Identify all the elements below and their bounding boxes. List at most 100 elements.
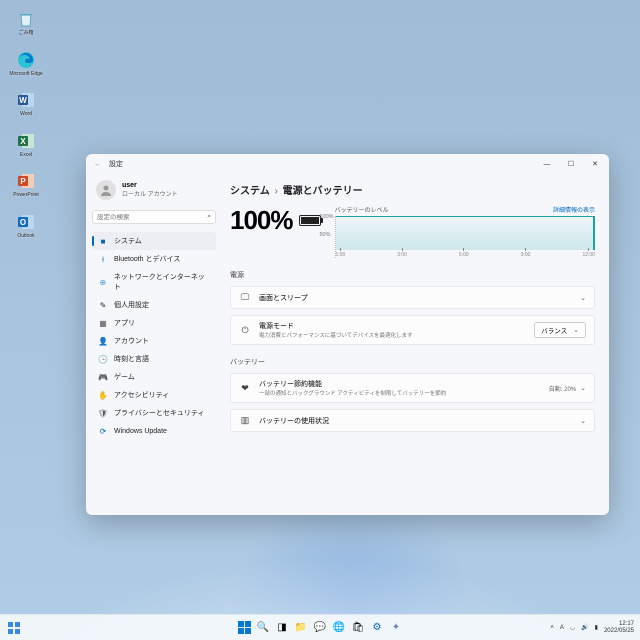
search-icon: ⌕	[207, 213, 211, 221]
maximize-button[interactable]: ☐	[559, 154, 583, 174]
powerpoint-icon: P	[15, 170, 37, 192]
search-button[interactable]: 🔍	[255, 620, 271, 636]
sidebar-item-0[interactable]: ■ システム	[92, 232, 216, 250]
nav-icon: 👤	[98, 336, 108, 346]
svg-text:X: X	[20, 137, 26, 146]
nav-label: アカウント	[114, 336, 149, 346]
sound-icon[interactable]: 🔊	[581, 624, 588, 631]
nav-list: ■ システム ᚼ Bluetooth とデバイス ⊕ ネットワークとインターネット ✎個人用…	[92, 232, 216, 440]
nav-icon: 🛡	[98, 408, 108, 418]
nav-icon: ✋	[98, 390, 108, 400]
wifi-icon[interactable]: ◡	[570, 624, 575, 631]
desktop-icon-edge[interactable]: Microsoft Edge	[6, 49, 46, 78]
user-name: user	[122, 182, 178, 189]
battery-full-icon	[299, 215, 321, 226]
card-power-mode[interactable]: ⏻ 電源モード 電力消費とパフォーマンスに基づいてデバイスを最適化します バラン…	[230, 315, 595, 345]
section-power: 電源	[230, 270, 595, 280]
taskbar: 🔍 ◨ 📁 💬 🌐 🛍 ⚙ ✦ ˄ A ◡ 🔊 ▮ 12:17 2022/05/…	[0, 614, 640, 640]
start-button[interactable]	[236, 620, 252, 636]
sidebar-item-5[interactable]: 👤 アカウント	[92, 332, 216, 350]
svg-text:W: W	[19, 96, 27, 105]
nav-icon: 🕒	[98, 354, 108, 364]
back-icon[interactable]: ←	[94, 161, 101, 168]
edge-icon	[15, 49, 37, 71]
sidebar-item-10[interactable]: ⟳Windows Update	[92, 422, 216, 440]
power-plug-icon: ⏻	[239, 325, 251, 336]
excel-icon: X	[15, 130, 37, 152]
bar-chart-icon: ▥	[239, 415, 251, 426]
nav-label: システム	[114, 236, 142, 246]
system-tray[interactable]: ˄ A ◡ 🔊 ▮ 12:17 2022/05/25	[550, 621, 634, 634]
user-account: ローカル アカウント	[122, 189, 178, 198]
card-battery-saver[interactable]: ❤ バッテリー節約機能 一部の通知とバックグラウンド アクティビティを制限してバ…	[230, 373, 595, 403]
sidebar-item-4[interactable]: ▦ アプリ	[92, 314, 216, 332]
widgets-button[interactable]	[6, 620, 22, 636]
heart-leaf-icon: ❤	[239, 383, 251, 394]
window-title: 設定	[109, 159, 123, 169]
desktop-icon-powerpoint[interactable]: PPowerPoint	[6, 170, 46, 199]
chart-title: バッテリーのレベル	[335, 205, 389, 214]
close-button[interactable]: ✕	[583, 154, 607, 174]
search-input[interactable]	[97, 214, 207, 221]
edge-taskbar-icon[interactable]: 🌐	[331, 620, 347, 636]
sidebar-item-3[interactable]: ✎個人用設定	[92, 296, 216, 314]
outlook-icon: O	[15, 211, 37, 233]
titlebar[interactable]: ← 設定 ― ☐ ✕	[86, 154, 609, 174]
battery-percent: 100%	[230, 205, 321, 236]
chevron-down-icon: ⌄	[580, 294, 586, 302]
chevron-up-icon[interactable]: ˄	[550, 625, 554, 631]
nav-label: ゲーム	[114, 372, 135, 382]
monitor-icon: 🖵	[239, 292, 251, 303]
search-box[interactable]: ⌕	[92, 210, 216, 224]
breadcrumb-parent[interactable]: システム	[230, 186, 270, 197]
settings-window: ← 設定 ― ☐ ✕ user ローカル アカウント ⌕ ■ システム ᚼ Bluet…	[86, 154, 609, 515]
app-icon-2[interactable]: ✦	[388, 620, 404, 636]
sidebar: user ローカル アカウント ⌕ ■ システム ᚼ Bluetooth とデバイス ⊕…	[86, 174, 222, 515]
user-block[interactable]: user ローカル アカウント	[92, 178, 216, 206]
taskview-button[interactable]: ◨	[274, 620, 290, 636]
store-button[interactable]: 🛍	[350, 620, 366, 636]
sidebar-item-1[interactable]: ᚼ Bluetooth とデバイス	[92, 250, 216, 268]
taskbar-center: 🔍 ◨ 📁 💬 🌐 🛍 ⚙ ✦	[236, 620, 404, 636]
card-screen-sleep[interactable]: 🖵 画面とスリープ ⌄	[230, 286, 595, 309]
app-icon[interactable]: ⚙	[369, 620, 385, 636]
power-mode-dropdown[interactable]: バランス ⌄	[534, 322, 586, 338]
nav-icon: ✎	[98, 300, 108, 310]
sidebar-item-7[interactable]: 🎮 ゲーム	[92, 368, 216, 386]
battery-tray-icon[interactable]: ▮	[595, 624, 598, 631]
chevron-down-icon: ⌄	[580, 417, 586, 425]
nav-icon: ᚼ	[98, 254, 108, 264]
nav-icon: ▦	[98, 318, 108, 328]
explorer-button[interactable]: 📁	[293, 620, 309, 636]
nav-icon: 🎮	[98, 372, 108, 382]
desktop-icon-excel[interactable]: XExcel	[6, 130, 46, 159]
nav-icon: ⟳	[98, 426, 108, 436]
nav-label: アプリ	[114, 318, 135, 328]
nav-label: ネットワークとインターネット	[114, 272, 210, 292]
sidebar-item-8[interactable]: ✋ アクセシビリティ	[92, 386, 216, 404]
minimize-button[interactable]: ―	[535, 154, 559, 174]
clock[interactable]: 12:17 2022/05/25	[604, 621, 634, 634]
sidebar-item-6[interactable]: 🕒 時刻と言語	[92, 350, 216, 368]
nav-icon: ■	[98, 236, 108, 246]
card-battery-usage[interactable]: ▥ バッテリーの使用状況 ⌄	[230, 409, 595, 432]
sidebar-item-9[interactable]: 🛡 プライバシーとセキュリティ	[92, 404, 216, 422]
detail-link[interactable]: 詳細情報の表示	[553, 205, 595, 214]
section-battery: バッテリー	[230, 357, 595, 367]
sidebar-item-2[interactable]: ⊕ ネットワークとインターネット	[92, 268, 216, 296]
desktop-icon-recycle-bin[interactable]: ごみ箱	[6, 8, 46, 37]
desktop-icon-word[interactable]: WWord	[6, 89, 46, 118]
nav-label: 時刻と言語	[114, 354, 149, 364]
nav-label: アクセシビリティ	[114, 390, 169, 400]
nav-label: Bluetooth とデバイス	[114, 254, 180, 264]
svg-text:P: P	[20, 177, 26, 186]
battery-chart: 100% 50% 1:00 3:00 6:00 9:00 12:00	[335, 216, 596, 258]
recycle-bin-icon	[15, 8, 37, 30]
chat-button[interactable]: 💬	[312, 620, 328, 636]
ime-icon[interactable]: A	[560, 625, 564, 631]
breadcrumb-sep: ›	[274, 186, 277, 197]
desktop-icon-outlook[interactable]: OOutlook	[6, 211, 46, 240]
chevron-down-icon: ⌄	[580, 384, 586, 392]
nav-label: プライバシーとセキュリティ	[114, 408, 204, 418]
nav-icon: ⊕	[98, 277, 108, 287]
